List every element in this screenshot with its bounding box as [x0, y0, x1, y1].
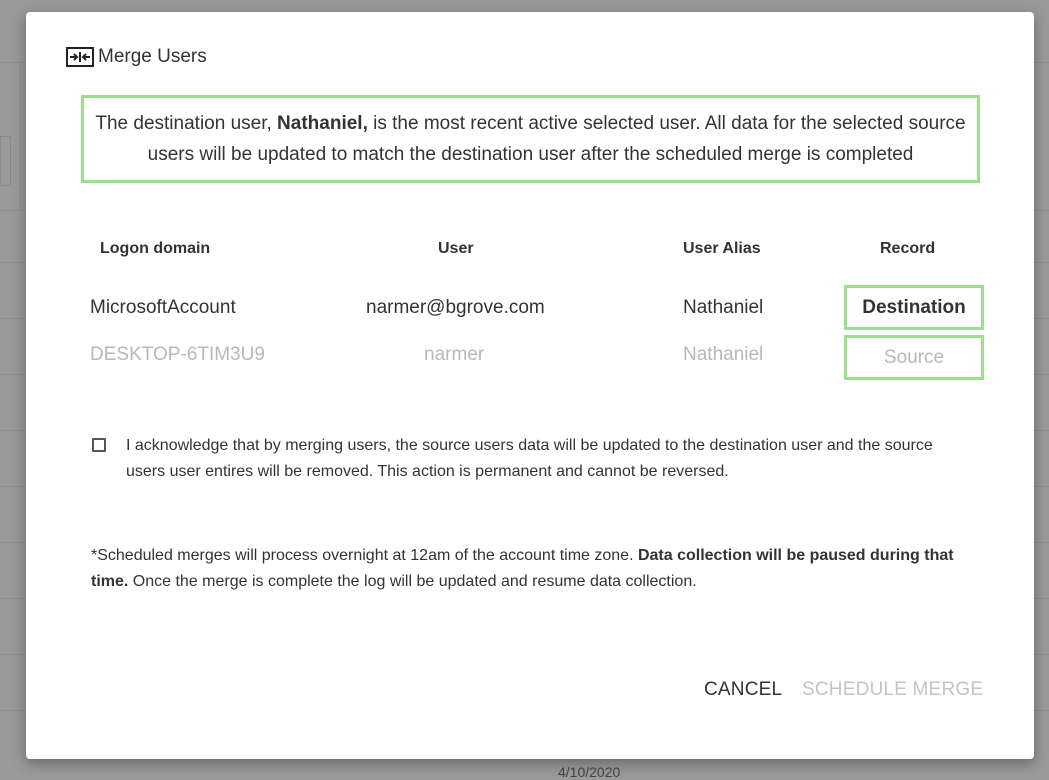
record-destination-badge: Destination — [844, 285, 984, 330]
cancel-button[interactable]: CANCEL — [700, 675, 786, 705]
footnote-part2: Once the merge is complete the log will … — [128, 573, 697, 590]
header-user-alias: User Alias — [683, 240, 761, 257]
header-logon-domain: Logon domain — [100, 240, 211, 257]
background-field — [0, 136, 11, 186]
header-user: User — [438, 240, 474, 257]
table-row-user: narmer@bgrove.com — [366, 297, 545, 318]
table-row-alias: Nathaniel — [683, 344, 764, 365]
table-row-domain: MicrosoftAccount — [90, 297, 236, 318]
notice-text: The destination user, Nathaniel, is the … — [90, 108, 971, 170]
footnote-part1: *Scheduled merges will process overnight… — [91, 547, 638, 564]
table-row-domain: DESKTOP-6TIM3U9 — [90, 344, 265, 365]
acknowledge-checkbox[interactable] — [92, 438, 106, 452]
notice-part1: The destination user, — [95, 113, 278, 134]
table-row-alias: Nathaniel — [683, 297, 764, 318]
merge-arrows-icon — [66, 47, 94, 67]
schedule-merge-button[interactable]: SCHEDULE MERGE — [798, 675, 987, 705]
record-source-badge: Source — [844, 335, 984, 380]
dialog-header: Merge Users — [66, 46, 207, 68]
background-divider — [20, 60, 21, 210]
destination-notice: The destination user, Nathaniel, is the … — [81, 95, 980, 183]
schedule-footnote: *Scheduled merges will process overnight… — [91, 543, 991, 595]
table-row-user: narmer — [424, 344, 485, 365]
background-date-text: 4/10/2020 — [558, 764, 621, 780]
header-record: Record — [880, 240, 936, 257]
acknowledge-label: I acknowledge that by merging users, the… — [126, 437, 933, 480]
merge-users-dialog: Merge Users The destination user, Nathan… — [26, 12, 1034, 759]
dialog-title: Merge Users — [98, 46, 207, 67]
notice-user-name: Nathaniel, — [277, 113, 368, 134]
